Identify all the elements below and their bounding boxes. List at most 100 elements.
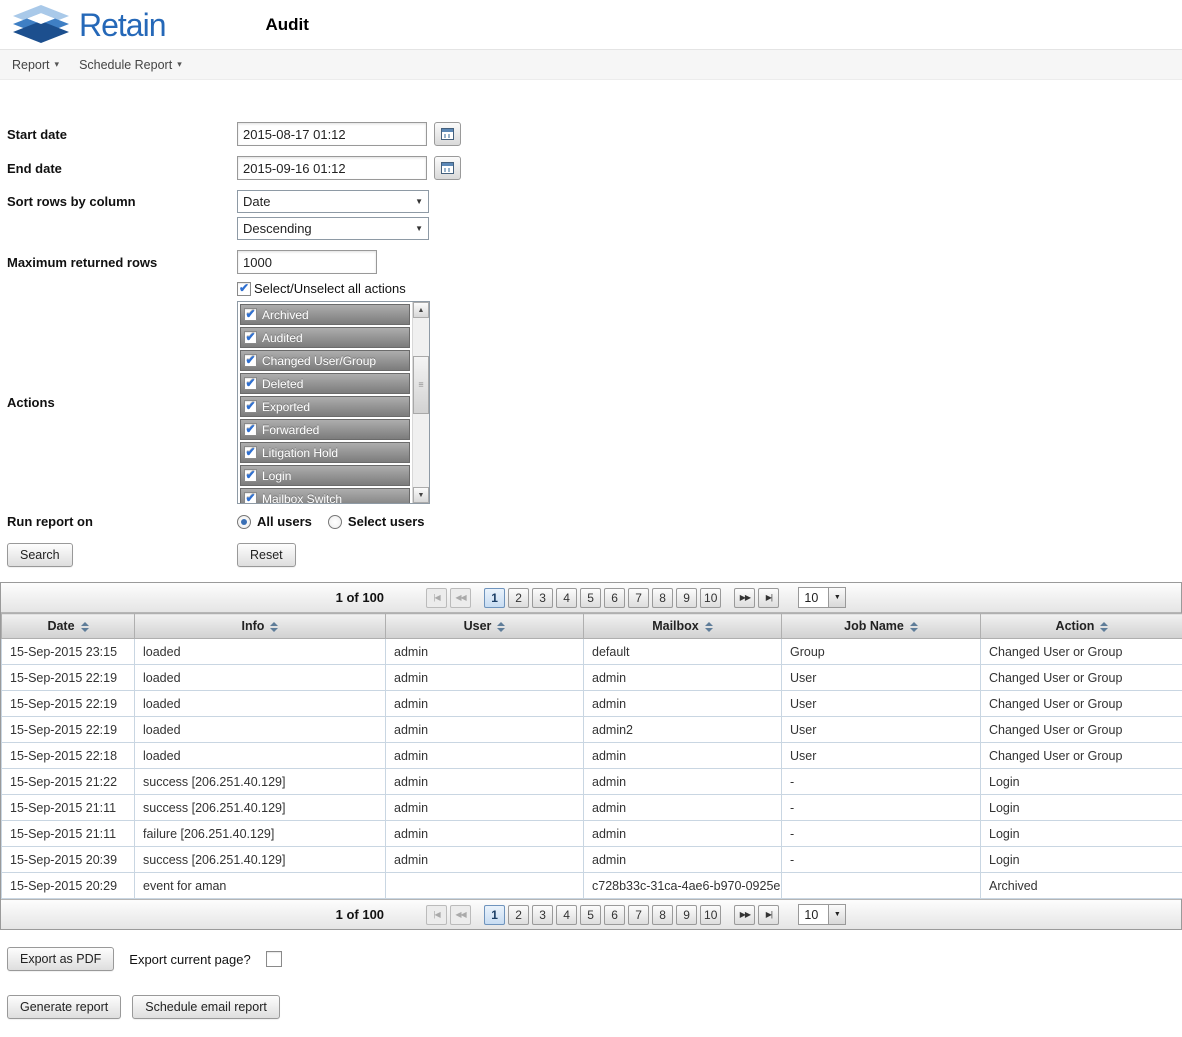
cell-mailbox: admin	[584, 665, 782, 691]
checkbox-checked-icon: ✔	[244, 308, 257, 321]
action-item-changed-user-group[interactable]: ✔Changed User/Group	[240, 350, 410, 371]
last-page-button[interactable]: ▶|	[758, 905, 779, 925]
reset-button[interactable]: Reset	[237, 543, 296, 567]
page-button-8[interactable]: 8	[652, 905, 673, 925]
page-button-3[interactable]: 3	[532, 905, 553, 925]
scrollbar-track[interactable]	[413, 318, 429, 487]
sort-column-select[interactable]: Date ▼	[237, 190, 429, 213]
fast-rewind-button[interactable]: ◀◀	[450, 588, 471, 608]
last-page-button[interactable]: ▶|	[758, 588, 779, 608]
page-button-9[interactable]: 9	[676, 588, 697, 608]
sort-icon	[497, 622, 505, 632]
actions-row: Actions ✔Archived✔Audited✔Changed User/G…	[7, 301, 1182, 504]
action-item-archived[interactable]: ✔ Archived	[240, 304, 410, 325]
end-date-input[interactable]	[237, 156, 427, 180]
page-button-4[interactable]: 4	[556, 905, 577, 925]
action-item-exported[interactable]: ✔Exported	[240, 396, 410, 417]
page-button-10[interactable]: 10	[700, 905, 721, 925]
column-header-label: Date	[47, 619, 74, 633]
page-size-select[interactable]: 10 ▼	[798, 904, 846, 925]
search-button[interactable]: Search	[7, 543, 73, 567]
checkmark-icon: ✔	[245, 308, 255, 320]
page-button-4[interactable]: 4	[556, 588, 577, 608]
cell-info: loaded	[135, 639, 386, 665]
sort-column-value: Date	[243, 194, 270, 209]
checkmark-icon: ✔	[245, 331, 255, 343]
cell-info: success [206.251.40.129]	[135, 769, 386, 795]
first-page-button[interactable]: |◀	[426, 588, 447, 608]
pager-status: 1 of 100	[336, 590, 384, 605]
end-date-calendar-button[interactable]	[434, 156, 461, 180]
action-item-forwarded[interactable]: ✔Forwarded	[240, 419, 410, 440]
page-button-7[interactable]: 7	[628, 905, 649, 925]
page-button-10[interactable]: 10	[700, 588, 721, 608]
column-header-user[interactable]: User	[386, 614, 584, 639]
sort-icon	[1100, 622, 1108, 632]
start-date-label: Start date	[7, 127, 237, 142]
fast-forward-button[interactable]: ▶▶	[734, 905, 755, 925]
fast-rewind-button[interactable]: ◀◀	[450, 905, 471, 925]
schedule-email-report-button[interactable]: Schedule email report	[132, 995, 280, 1019]
menu-report[interactable]: Report ▾	[12, 58, 59, 72]
select-users-radio[interactable]	[328, 515, 342, 529]
column-header-date[interactable]: Date	[2, 614, 135, 639]
page-button-9[interactable]: 9	[676, 905, 697, 925]
action-item-mailbox-switch[interactable]: ✔Mailbox Switch	[240, 488, 410, 503]
column-header-mailbox[interactable]: Mailbox	[584, 614, 782, 639]
cell-job-name: -	[782, 821, 981, 847]
sort-direction-select[interactable]: Descending ▼	[237, 217, 429, 240]
page-button-7[interactable]: 7	[628, 588, 649, 608]
logo-text: Retain	[79, 9, 166, 41]
column-header-action[interactable]: Action	[981, 614, 1182, 639]
cell-date: 15-Sep-2015 22:18	[2, 743, 135, 769]
export-current-page-checkbox[interactable]	[266, 951, 282, 967]
scrollbar-thumb[interactable]	[413, 356, 429, 414]
page-button-5[interactable]: 5	[580, 588, 601, 608]
checkmark-icon: ✔	[245, 377, 255, 389]
scroll-down-button[interactable]: ▼	[413, 487, 429, 503]
sort-down-icon	[81, 628, 89, 632]
sort-up-icon	[910, 622, 918, 626]
checkbox-checked-icon: ✔	[244, 446, 257, 459]
page-button-6[interactable]: 6	[604, 588, 625, 608]
page-size-select[interactable]: 10 ▼	[798, 587, 846, 608]
end-date-label: End date	[7, 161, 237, 176]
cell-user: admin	[386, 847, 584, 873]
page-button-1[interactable]: 1	[484, 905, 505, 925]
cell-mailbox: admin2	[584, 717, 782, 743]
column-header-label: User	[464, 619, 492, 633]
scroll-up-button[interactable]: ▲	[413, 302, 429, 318]
start-date-input[interactable]	[237, 122, 427, 146]
first-page-button[interactable]: |◀	[426, 905, 447, 925]
cell-date: 15-Sep-2015 22:19	[2, 665, 135, 691]
sort-up-icon	[705, 622, 713, 626]
page-button-5[interactable]: 5	[580, 905, 601, 925]
action-item-label: Archived	[262, 308, 309, 322]
action-item-litigation-hold[interactable]: ✔Litigation Hold	[240, 442, 410, 463]
max-rows-input[interactable]	[237, 250, 377, 274]
retain-logo: Retain	[10, 4, 166, 46]
column-header-job-name[interactable]: Job Name	[782, 614, 981, 639]
page-button-2[interactable]: 2	[508, 588, 529, 608]
export-pdf-button[interactable]: Export as PDF	[7, 947, 114, 971]
action-item-deleted[interactable]: ✔Deleted	[240, 373, 410, 394]
select-all-actions-checkbox[interactable]: ✔	[237, 282, 251, 296]
page-button-6[interactable]: 6	[604, 905, 625, 925]
action-item-audited[interactable]: ✔Audited	[240, 327, 410, 348]
page-button-8[interactable]: 8	[652, 588, 673, 608]
page-button-1[interactable]: 1	[484, 588, 505, 608]
generate-report-button[interactable]: Generate report	[7, 995, 121, 1019]
all-users-radio[interactable]	[237, 515, 251, 529]
menu-schedule-report[interactable]: Schedule Report ▾	[79, 58, 182, 72]
cell-job-name: -	[782, 769, 981, 795]
start-date-calendar-button[interactable]	[434, 122, 461, 146]
fast-forward-button[interactable]: ▶▶	[734, 588, 755, 608]
column-header-info[interactable]: Info	[135, 614, 386, 639]
column-header-label: Action	[1056, 619, 1095, 633]
page-button-3[interactable]: 3	[532, 588, 553, 608]
action-item-login[interactable]: ✔Login	[240, 465, 410, 486]
cell-date: 15-Sep-2015 23:15	[2, 639, 135, 665]
retain-logo-icon	[10, 4, 72, 46]
sort-icon	[270, 622, 278, 632]
page-button-2[interactable]: 2	[508, 905, 529, 925]
